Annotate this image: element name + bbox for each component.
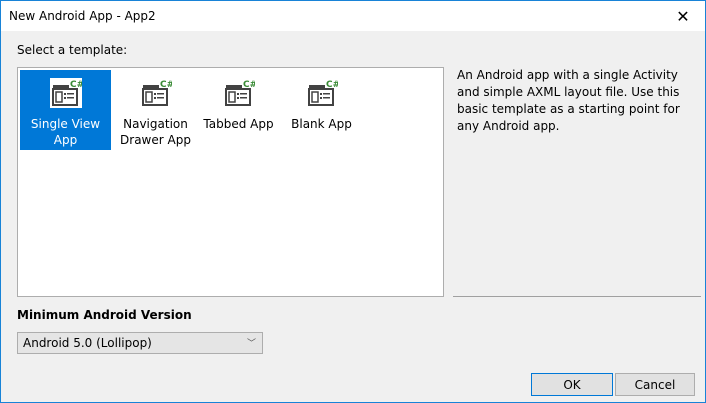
title-bar: New Android App - App2 ✕ <box>1 1 705 31</box>
template-icon: C# <box>141 80 172 106</box>
template-icon: C# <box>307 80 338 106</box>
cancel-button[interactable]: Cancel <box>615 373 695 396</box>
template-label: Blank App <box>291 117 352 131</box>
template-blank-app[interactable]: C# Blank App <box>276 70 367 150</box>
divider <box>453 296 701 297</box>
template-label: Navigation Drawer App <box>120 117 191 147</box>
templates-label: Select a template: <box>17 43 128 57</box>
min-version-label: Minimum Android Version <box>17 308 192 322</box>
csharp-badge: C# <box>243 80 255 90</box>
template-label: Tabbed App <box>203 117 274 131</box>
min-version-select[interactable]: Android 5.0 (Lollipop) ﹀ <box>17 332 263 354</box>
template-icon: C# <box>224 80 255 106</box>
template-description: An Android app with a single Activity an… <box>457 68 680 133</box>
template-list[interactable]: C# Single View App C# Navigation Drawer … <box>17 67 444 297</box>
close-icon: ✕ <box>676 6 690 26</box>
csharp-badge: C# <box>70 80 82 90</box>
template-tabbed-app[interactable]: C# Tabbed App <box>193 70 284 150</box>
close-button[interactable]: ✕ <box>661 1 705 31</box>
template-icon: C# <box>49 78 82 108</box>
csharp-badge: C# <box>326 80 338 90</box>
template-label: Single View App <box>30 117 101 147</box>
chevron-down-icon: ﹀ <box>246 339 256 349</box>
template-navigation-drawer-app[interactable]: C# Navigation Drawer App <box>110 70 201 150</box>
dialog-window: New Android App - App2 ✕ Select a templa… <box>0 0 706 403</box>
csharp-badge: C# <box>160 80 172 90</box>
window-title: New Android App - App2 <box>9 9 156 23</box>
template-single-view-app[interactable]: C# Single View App <box>20 70 111 150</box>
ok-button[interactable]: OK <box>531 373 613 396</box>
min-version-value: Android 5.0 (Lollipop) <box>23 336 152 350</box>
